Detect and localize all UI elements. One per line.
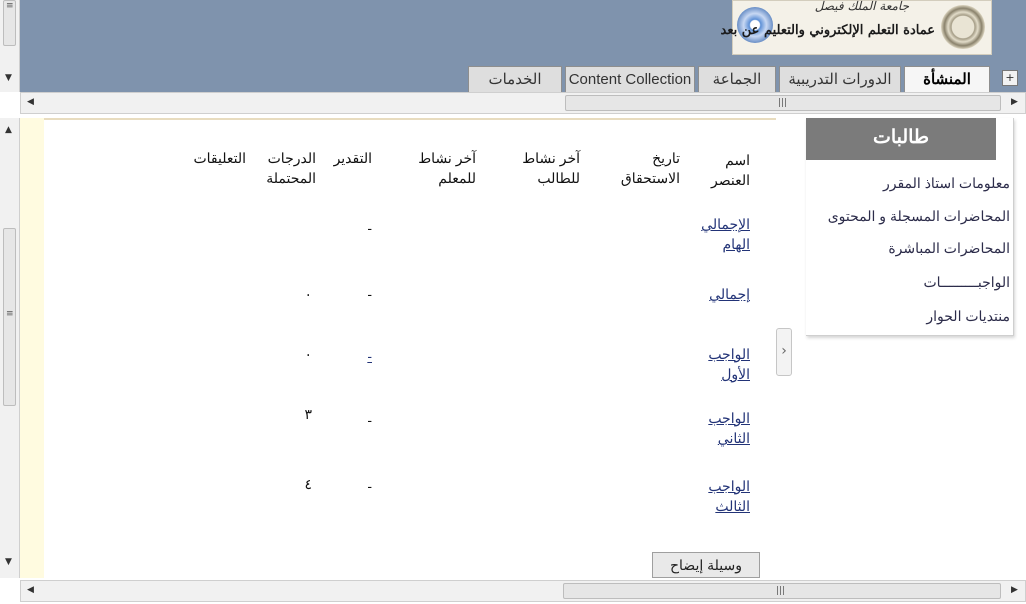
grip-icon: ||| bbox=[778, 98, 788, 108]
scrollbar-thumb[interactable]: ≡ bbox=[3, 0, 16, 46]
grade-item-link[interactable]: الواجب الثاني bbox=[690, 408, 750, 448]
points-possible-value: ٣ bbox=[304, 406, 312, 422]
sidebar-item-live-lectures[interactable]: المحاضرات المباشرة bbox=[888, 240, 1010, 257]
column-header-student-last-activity[interactable]: آخر نشاط للطالب bbox=[500, 148, 580, 188]
tab-institution[interactable]: المنشأة bbox=[904, 66, 990, 92]
scroll-down-arrow-icon[interactable]: ▼ bbox=[5, 74, 12, 83]
logo-deanship-title: عمادة التعلم الإلكتروني والتعليم عن بعد bbox=[720, 23, 935, 38]
top-frame-horizontal-scrollbar[interactable]: ◀ ||| ▶ bbox=[20, 92, 1026, 114]
scrollbar-thumb[interactable]: ||| bbox=[563, 583, 1001, 599]
sidebar-item-recorded-lectures[interactable]: المحاضرات المسجلة و المحتوى bbox=[828, 208, 1010, 225]
icon-legend-button[interactable]: وسيلة إيضاح الرمز bbox=[652, 552, 760, 578]
university-logo: جامعة الملك فيصل عمادة التعلم الإلكتروني… bbox=[721, 0, 992, 55]
sidebar-item-instructor-info[interactable]: معلومات استاذ المقرر bbox=[883, 175, 1010, 192]
column-header-comments[interactable]: التعليقات bbox=[176, 148, 246, 168]
grade-value: - bbox=[367, 412, 372, 428]
column-header-due-date[interactable]: تاريخ الاستحقاق bbox=[600, 148, 680, 188]
grip-icon: ||| bbox=[776, 586, 786, 596]
logo-university-name: جامعة الملك فيصل bbox=[814, 0, 909, 13]
tab-community[interactable]: الجماعة bbox=[698, 66, 776, 92]
main-frame-vertical-scrollbar[interactable]: ▲ ≡ ▼ bbox=[0, 118, 20, 578]
scroll-right-arrow-icon[interactable]: ▶ bbox=[1011, 586, 1018, 595]
tab-content-collection[interactable]: Content Collection bbox=[565, 66, 695, 92]
grade-value: - bbox=[367, 220, 372, 236]
points-possible-value: ٠ bbox=[304, 286, 312, 302]
scroll-up-arrow-icon[interactable]: ▲ bbox=[5, 126, 12, 135]
scrollbar-thumb[interactable]: ≡ bbox=[3, 228, 16, 406]
grade-value-link[interactable]: - bbox=[352, 346, 372, 366]
main-frame-horizontal-scrollbar[interactable]: ◀ ||| ▶ bbox=[20, 580, 1026, 602]
grade-item-link[interactable]: الواجب الثالث bbox=[690, 476, 750, 516]
column-header-grade[interactable]: التقدير bbox=[312, 148, 372, 168]
column-header-points-possible[interactable]: الدرجات المحتملة bbox=[256, 148, 316, 188]
scroll-left-arrow-icon[interactable]: ◀ bbox=[27, 98, 34, 107]
my-grades-content: اسم العنصر تاريخ الاستحقاق آخر نشاط للطا… bbox=[44, 118, 776, 578]
course-menu-title: طالبات bbox=[806, 118, 996, 160]
column-header-item-name[interactable]: اسم العنصر bbox=[690, 150, 750, 190]
grade-item-link[interactable]: الإجمالي الهام bbox=[690, 214, 750, 254]
top-frame-vertical-scrollbar[interactable]: ≡ ▼ bbox=[0, 0, 20, 92]
grade-value: - bbox=[367, 286, 372, 302]
grip-icon: ≡ bbox=[6, 309, 14, 319]
tab-services[interactable]: الخدمات bbox=[468, 66, 562, 92]
scrollbar-thumb[interactable]: ||| bbox=[565, 95, 1001, 111]
expand-tabs-icon[interactable]: + bbox=[1002, 70, 1018, 86]
grade-value: - bbox=[367, 478, 372, 494]
scroll-left-arrow-icon[interactable]: ◀ bbox=[27, 586, 34, 595]
scroll-down-arrow-icon[interactable]: ▼ bbox=[5, 558, 12, 567]
university-seal-icon bbox=[941, 5, 985, 49]
tab-courses[interactable]: الدورات التدريبية bbox=[779, 66, 901, 92]
points-possible-value: ٤ bbox=[304, 476, 312, 492]
column-header-instructor-last-activity[interactable]: آخر نشاط للمعلم bbox=[396, 148, 476, 188]
content-gutter bbox=[20, 118, 44, 578]
points-possible-value: ٠ bbox=[304, 346, 312, 362]
grip-icon: ≡ bbox=[6, 1, 14, 11]
sidebar-item-discussion-forums[interactable]: منتديات الحوار bbox=[926, 308, 1010, 325]
collapse-sidebar-chevron-icon[interactable]: › bbox=[776, 328, 792, 376]
grade-item-link[interactable]: إجمالي bbox=[690, 284, 750, 304]
sidebar-item-assignments[interactable]: الواجبـــــــــات bbox=[923, 274, 1010, 291]
grade-item-link[interactable]: الواجب الأول bbox=[690, 344, 750, 384]
scroll-right-arrow-icon[interactable]: ▶ bbox=[1011, 98, 1018, 107]
header-banner: جامعة الملك فيصل عمادة التعلم الإلكتروني… bbox=[20, 0, 1026, 92]
